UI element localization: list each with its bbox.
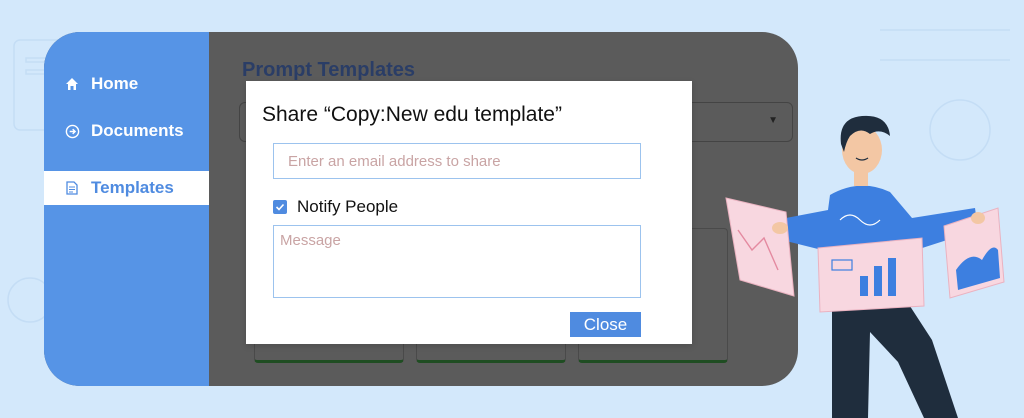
sidebar-item-label: Home bbox=[91, 74, 139, 93]
checkmark-icon bbox=[275, 203, 285, 211]
dialog-title: Share “Copy:New edu template” bbox=[262, 103, 562, 126]
sidebar-item-documents[interactable]: Documents bbox=[44, 114, 209, 148]
sidebar-item-label: Documents bbox=[91, 121, 184, 140]
share-dialog: Share “Copy:New edu template” Notify Peo… bbox=[246, 81, 692, 344]
document-icon bbox=[64, 180, 80, 196]
home-icon bbox=[64, 76, 80, 92]
notify-label: Notify People bbox=[297, 197, 399, 216]
person-illustration bbox=[725, 115, 1005, 418]
message-field[interactable] bbox=[273, 225, 641, 298]
arrow-circle-icon bbox=[64, 123, 80, 139]
close-button[interactable]: Close bbox=[570, 312, 641, 337]
notify-checkbox[interactable] bbox=[273, 200, 287, 214]
email-field[interactable] bbox=[273, 143, 641, 179]
sidebar: Home Documents Templates bbox=[44, 32, 209, 386]
sidebar-item-label: Templates bbox=[91, 178, 174, 197]
notify-people-row: Notify People bbox=[273, 197, 398, 217]
sidebar-item-home[interactable]: Home bbox=[44, 67, 209, 101]
sidebar-item-templates[interactable]: Templates bbox=[44, 171, 209, 205]
page-title: Prompt Templates bbox=[242, 59, 415, 81]
